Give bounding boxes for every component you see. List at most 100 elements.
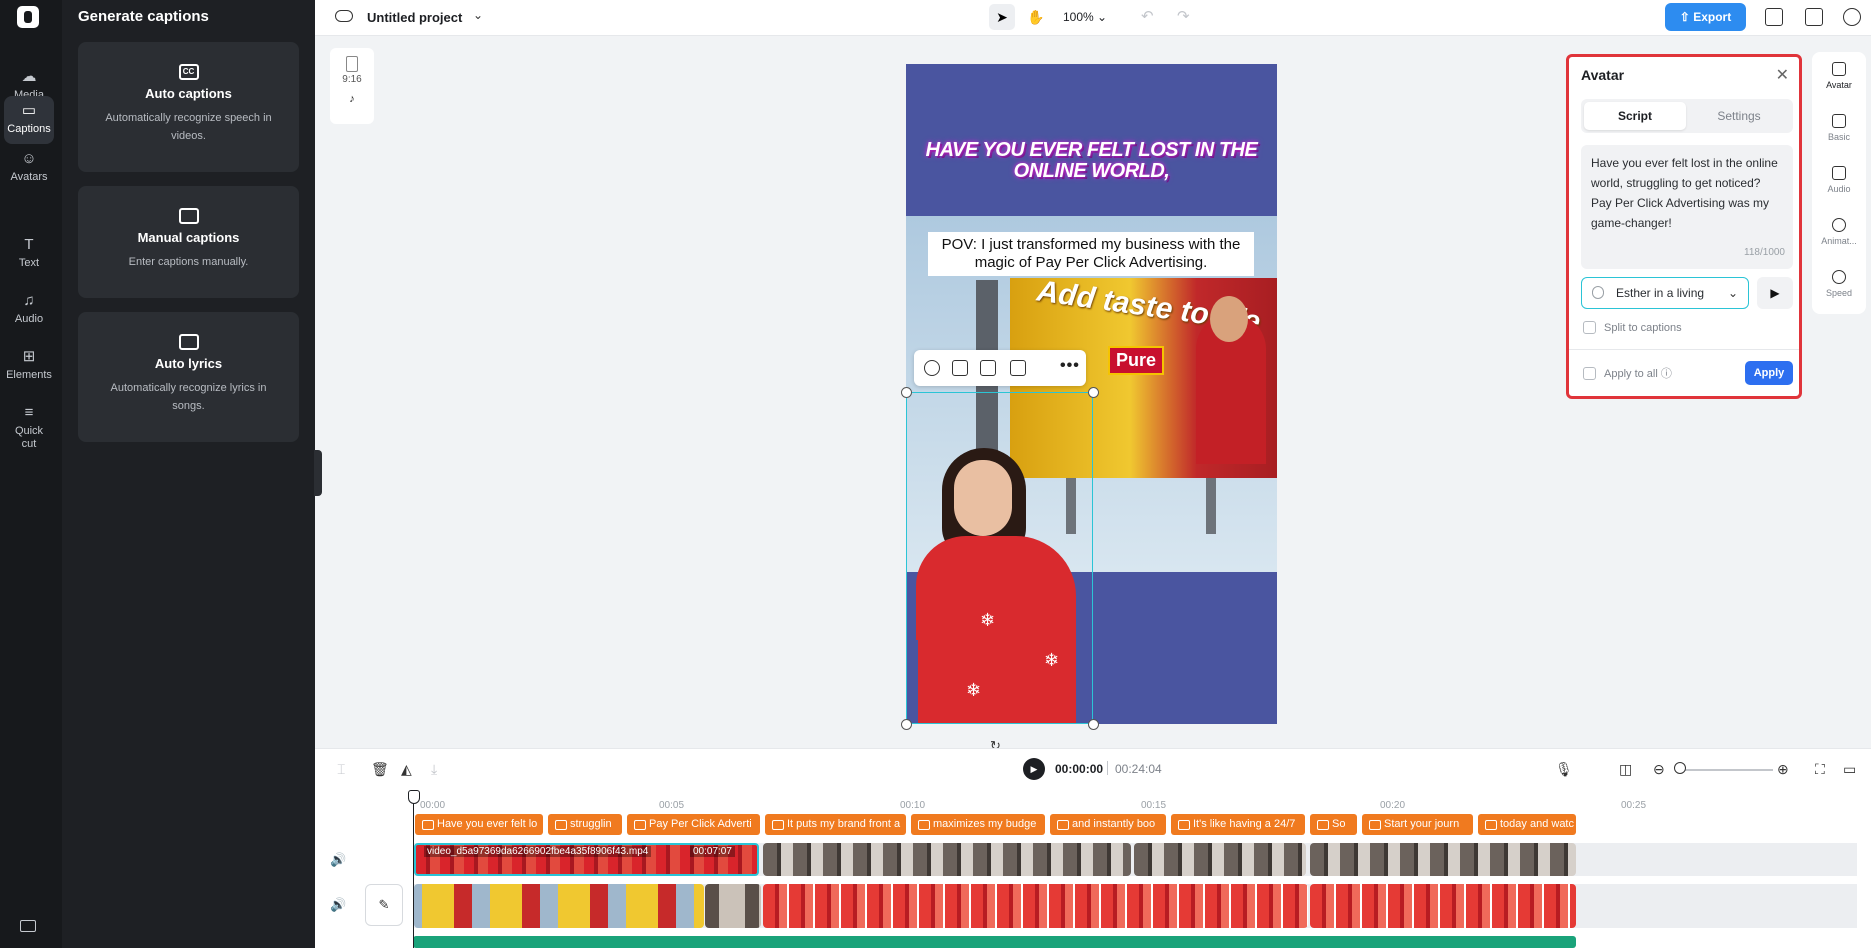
resize-handle[interactable] [1088,719,1099,730]
rail-item-elements[interactable]: ⊞ Elements [4,342,54,390]
resize-handle[interactable] [901,719,912,730]
zoom-in-icon[interactable]: ⊕ [1777,761,1789,778]
caption-clip[interactable]: Pay Per Click Adverti [627,814,760,835]
rail-item-quick-cut[interactable]: ≡ Quick cut [4,398,54,454]
rail-label: Elements [6,369,52,381]
manual-captions-card[interactable]: Manual captions Enter captions manually. [78,186,299,298]
fit-icon[interactable]: ⛶ [1815,761,1825,778]
rail-avatar[interactable]: Avatar [1812,52,1866,104]
play-button[interactable]: ▶ [1023,758,1045,780]
resize-handle[interactable] [901,387,912,398]
rail-animation[interactable]: Animat... [1812,208,1866,260]
cloud-save-icon[interactable] [335,10,353,22]
close-icon[interactable]: ✕ [1776,65,1789,85]
microphone-icon[interactable]: 🎙 [1555,761,1573,778]
export-label: Export [1693,10,1732,24]
delete-icon[interactable]: 🗑 [371,761,389,778]
caption-clip[interactable]: strugglin [548,814,622,835]
rail-basic[interactable]: Basic [1812,104,1866,156]
layout-icon[interactable] [1805,8,1823,26]
rail-speed[interactable]: Speed [1812,260,1866,312]
split-captions-row[interactable]: Split to captions [1583,321,1682,334]
audio-clip[interactable] [413,936,1576,948]
broll-clip[interactable] [1134,843,1306,876]
playhead[interactable] [408,790,420,948]
edit-cover-button[interactable]: ✎ [365,884,403,926]
zoom-out-icon[interactable]: ⊖ [1653,761,1665,778]
apply-all-checkbox[interactable] [1583,367,1596,380]
hand-tool-icon[interactable]: ✋ [1023,4,1049,30]
caption-clip[interactable]: Have you ever felt lo [415,814,543,835]
chevron-down-icon[interactable]: ⌄ [473,8,483,22]
video-clip[interactable] [414,884,704,928]
voice-dropdown[interactable]: Esther in a living ⌄ [1581,277,1749,309]
audio-icon [1832,166,1846,180]
rail-item-avatars[interactable]: ☺ Avatars [4,144,54,192]
caption-clip[interactable]: maximizes my budge [911,814,1045,835]
redo-icon[interactable]: ↷ [1177,7,1190,25]
rail-label: Audio [1827,184,1851,194]
billboard-brand: Pure [1108,346,1165,375]
auto-lyrics-card[interactable]: Auto lyrics Automatically recognize lyri… [78,312,299,442]
avatar-selection-box[interactable] [906,392,1093,724]
caption-clip[interactable]: So [1310,814,1357,835]
tab-settings[interactable]: Settings [1688,102,1790,130]
download-icon[interactable]: ⤓ [431,761,437,778]
caption-clip[interactable]: It's like having a 24/7 [1171,814,1305,835]
current-time: 00:00:00 [1055,762,1104,776]
select-tool-icon[interactable]: ➤ [989,4,1015,30]
project-title[interactable]: Untitled project [367,10,462,25]
broll-clip[interactable] [1310,843,1576,876]
info-icon[interactable]: ⓘ [1661,368,1672,380]
image-add-icon[interactable] [952,360,968,376]
gear-icon[interactable] [1843,8,1861,26]
resize-handle[interactable] [1088,387,1099,398]
caption-clip[interactable]: Start your journ [1362,814,1473,835]
flip-icon[interactable]: ◭ [401,761,412,778]
rail-item-captions[interactable]: ▭ Captions [4,96,54,144]
keyboard-shortcuts-icon[interactable] [20,920,36,932]
caption-clip[interactable]: today and watc [1478,814,1576,835]
keyboard-icon [178,208,199,224]
split-icon[interactable]: ⌶ [337,761,345,778]
zoom-dropdown[interactable]: 100% ⌄ [1063,10,1107,24]
auto-captions-card[interactable]: CC Auto captions Automatically recognize… [78,42,299,172]
caption-clip[interactable]: and instantly boo [1050,814,1166,835]
tab-script[interactable]: Script [1584,102,1686,130]
layers-icon[interactable] [1765,8,1783,26]
more-icon[interactable]: ••• [1060,357,1080,375]
avatar-swap-icon[interactable] [924,360,940,376]
speaker-icon[interactable]: 🔊 [330,897,346,913]
apply-all-row[interactable]: Apply to all ⓘ [1583,365,1672,381]
rail-audio[interactable]: Audio [1812,156,1866,208]
slider-knob[interactable] [1674,762,1686,774]
preview-icon[interactable]: ▭ [1843,761,1856,778]
video-clip[interactable] [763,884,1308,928]
video-clip[interactable] [705,884,761,928]
captions-panel: Generate captions CC Auto captions Autom… [62,0,315,948]
replace-icon[interactable] [1010,360,1026,376]
pov-caption[interactable]: POV: I just transformed my business with… [928,232,1254,276]
broll-clip[interactable] [763,843,1131,876]
timeline-zoom-slider[interactable] [1681,769,1773,771]
headline-text[interactable]: HAVE YOU EVER FELT LOST IN THE ONLINE WO… [906,140,1277,182]
split-captions-checkbox[interactable] [1583,321,1596,334]
panel-collapse-handle[interactable] [314,450,322,496]
export-button[interactable]: ⇧ Export [1665,3,1746,31]
rail-item-audio[interactable]: ♫ Audio [4,286,54,334]
speaker-icon[interactable]: 🔊 [330,852,346,868]
undo-icon[interactable]: ↶ [1141,7,1154,25]
rail-item-text[interactable]: T Text [4,230,54,278]
crop-icon[interactable] [980,360,996,376]
caption-clip[interactable]: It puts my brand front a [765,814,906,835]
ruler-tick: 00:10 [900,800,926,811]
video-clip[interactable] [1310,884,1576,928]
rail-label: Text [18,257,40,269]
script-textarea[interactable]: Have you ever felt lost in the online wo… [1581,145,1793,269]
app-logo[interactable] [17,6,39,28]
play-preview-button[interactable]: ▶ [1757,277,1793,309]
apply-button[interactable]: Apply [1745,361,1793,385]
split-view-icon[interactable]: ◫ [1619,761,1632,778]
card-title: Auto captions [145,86,232,101]
aspect-ratio-selector[interactable]: 9:16 ♪ [330,48,374,124]
